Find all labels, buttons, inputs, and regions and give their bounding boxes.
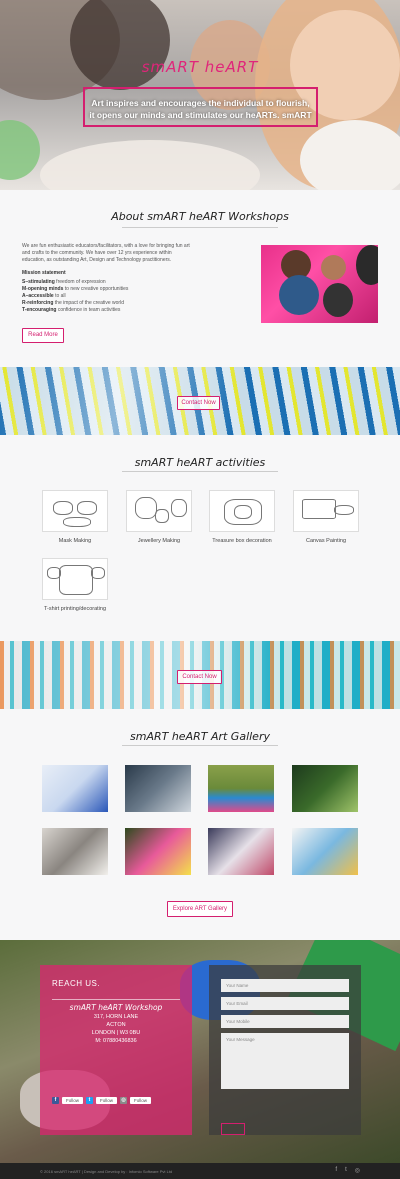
hero-title: smART heART xyxy=(141,58,259,76)
activity-jewellery-making[interactable]: Jewellery Making xyxy=(124,490,194,544)
activity-label: T-shirt printing/decorating xyxy=(43,606,107,612)
twitter-icon[interactable]: t xyxy=(345,1167,347,1174)
facebook-icon[interactable]: f xyxy=(335,1167,337,1174)
gallery-image[interactable] xyxy=(292,828,358,875)
about-text: We are fun enthusiastic educators/facili… xyxy=(22,243,192,314)
jewellery-sketch-icon xyxy=(126,490,192,532)
instagram-icon[interactable]: ◎ xyxy=(355,1167,360,1174)
message-field[interactable]: Your Message xyxy=(221,1033,349,1089)
copyright: © 2016 smART heART | Design and Develop … xyxy=(40,1169,173,1174)
send-button[interactable] xyxy=(221,1123,245,1135)
read-more-button[interactable]: Read More xyxy=(22,328,64,343)
org-name: smART heART Workshop xyxy=(69,1003,163,1012)
about-divider xyxy=(122,227,278,228)
gallery-image[interactable] xyxy=(208,765,274,812)
facebook-follow[interactable]: f Follow xyxy=(52,1097,84,1104)
twitter-icon: t xyxy=(86,1097,93,1104)
mission-heading: Mission statement xyxy=(22,270,66,276)
activity-canvas-painting[interactable]: Canvas Painting xyxy=(291,490,361,544)
contact-now-button[interactable]: Contact Now xyxy=(177,396,220,410)
hero-tagline: Art inspires and encourages the individu… xyxy=(83,87,318,127)
mobile-field[interactable]: Your Mobile xyxy=(221,1015,349,1028)
paint-banner-2: Contact Now xyxy=(0,641,400,709)
contact-now-button[interactable]: Contact Now xyxy=(177,670,222,684)
activity-tshirt-printing[interactable]: T-shirt printing/decorating xyxy=(40,558,110,612)
explore-gallery-button[interactable]: Explore ART Gallery xyxy=(167,901,233,917)
name-field[interactable]: Your Name xyxy=(221,979,349,992)
activity-label: Canvas Painting xyxy=(305,538,347,544)
gallery-image[interactable] xyxy=(42,765,108,812)
hero-banner: smART heART Art inspires and encourages … xyxy=(0,0,400,190)
treasure-box-sketch-icon xyxy=(209,490,275,532)
footer: © 2016 smART heART | Design and Develop … xyxy=(0,1163,400,1179)
activity-treasure-box[interactable]: Treasure box decoration xyxy=(207,490,277,544)
mission-line: A–accessible to all xyxy=(22,293,66,299)
mission-line: R-reinforcing the impact of the creative… xyxy=(22,300,124,306)
gallery-image[interactable] xyxy=(125,765,191,812)
canvas-sketch-icon xyxy=(293,490,359,532)
reach-us-heading: REACH US. xyxy=(52,979,101,988)
contact-form: Your Name Your Email Your Mobile Your Me… xyxy=(209,965,361,1135)
about-photo xyxy=(261,245,378,323)
paint-banner-1: Contact Now xyxy=(0,367,400,435)
mask-sketch-icon xyxy=(42,490,108,532)
mission-line: M-opening minds to new creative opportun… xyxy=(22,286,129,292)
mission-line: S–stimulating freedom of expression xyxy=(22,279,106,285)
about-intro: We are fun enthusiastic educators/facili… xyxy=(22,243,190,263)
activity-label: Jewellery Making xyxy=(137,538,181,544)
mission-line: T-encouraging confidence in team activit… xyxy=(22,307,121,313)
about-title: About smART heART Workshops xyxy=(111,210,289,223)
activities-divider xyxy=(122,471,278,472)
email-field[interactable]: Your Email xyxy=(221,997,349,1010)
tshirt-sketch-icon xyxy=(42,558,108,600)
address: 317, HORN LANE ACTON LONDON | W3 0BU M: … xyxy=(91,1014,141,1044)
instagram-icon: ◎ xyxy=(120,1097,127,1104)
reach-us-divider xyxy=(52,999,180,1000)
gallery-image[interactable] xyxy=(42,828,108,875)
gallery-image[interactable] xyxy=(208,828,274,875)
gallery-image[interactable] xyxy=(125,828,191,875)
activity-label: Mask Making xyxy=(58,538,92,544)
gallery-title: smART heART Art Gallery xyxy=(130,730,270,743)
facebook-icon: f xyxy=(52,1097,59,1104)
activities-title: smART heART activities xyxy=(134,456,266,469)
reach-us-panel: REACH US. smART heART Workshop 317, HORN… xyxy=(40,965,192,1135)
activity-label: Treasure box decoration xyxy=(212,538,272,544)
gallery-image[interactable] xyxy=(292,765,358,812)
activity-mask-making[interactable]: Mask Making xyxy=(40,490,110,544)
contact-section: REACH US. smART heART Workshop 317, HORN… xyxy=(0,940,400,1163)
twitter-follow[interactable]: t Follow xyxy=(86,1097,118,1104)
instagram-follow[interactable]: ◎ Follow xyxy=(120,1097,152,1104)
gallery-divider xyxy=(122,745,278,746)
